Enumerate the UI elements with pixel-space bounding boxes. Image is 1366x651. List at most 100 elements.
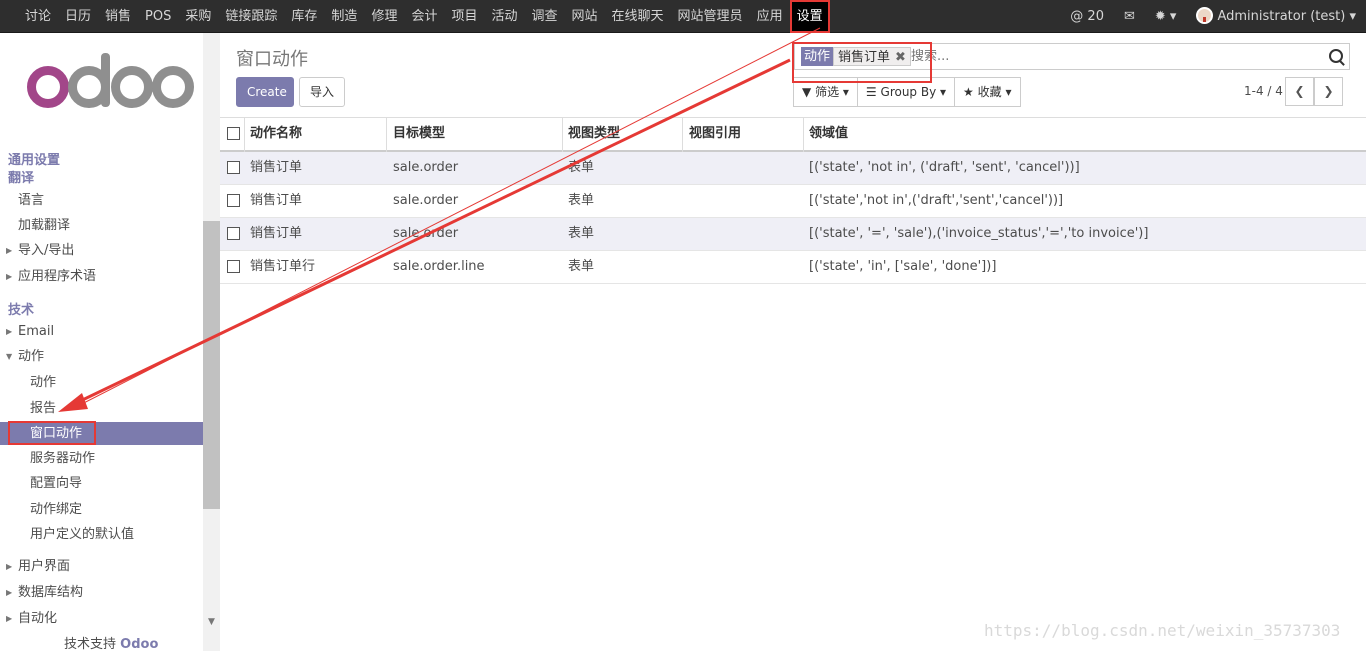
cell-view-type: 表单 [568, 193, 595, 208]
select-all-checkbox[interactable] [227, 127, 240, 140]
sidebar-item-app-terms[interactable]: 应用程序术语 [18, 265, 96, 289]
filter-icon: ▼ [802, 85, 812, 99]
row-checkbox[interactable] [227, 161, 240, 174]
app-purchase[interactable]: 采购 [178, 0, 218, 33]
debug-bug-icon[interactable]: ✹ ▾ [1145, 0, 1187, 33]
app-discuss[interactable]: 讨论 [18, 0, 58, 33]
cell-view-type: 表单 [568, 226, 595, 241]
cell-view-type: 表单 [568, 160, 595, 175]
user-name: Administrator (test) [1217, 9, 1346, 24]
annotation-highlight-box [8, 421, 96, 445]
app-settings[interactable]: 设置 [789, 0, 830, 33]
caret-right-icon: ▶ [6, 246, 13, 255]
caret-down-icon: ▼ [6, 352, 13, 361]
chat-icon[interactable]: ✉ [1114, 0, 1145, 33]
table-header: 动作名称 目标模型 视图类型 视图引用 领域值 [220, 118, 1366, 152]
cell-domain: [('state', '=', 'sale'),('invoice_status… [809, 226, 1149, 241]
caret-right-icon: ▶ [6, 588, 13, 597]
list-icon: ☰ [865, 85, 877, 99]
main-content: 窗口动作 Create 导入 动作 销售订单✖ ▼ 筛选 ▾ ☰ Group B… [220, 33, 1366, 651]
systray: @ 20 ✉ ✹ ▾ Administrator (test) ▾ [1060, 0, 1366, 33]
star-icon: ★ [963, 85, 974, 99]
sidebar-item-user-interface[interactable]: 用户界面 [18, 555, 70, 579]
caret-right-icon: ▶ [6, 614, 13, 623]
app-apps[interactable]: 应用 [750, 0, 790, 33]
annotation-highlight-box [792, 42, 932, 83]
chevron-left-icon[interactable]: ❮ [1285, 77, 1314, 106]
chevron-right-icon[interactable]: ❯ [1314, 77, 1343, 106]
sidebar-section-technical: 技术 [8, 303, 35, 318]
row-checkbox[interactable] [227, 194, 240, 207]
top-navbar: 讨论 日历 销售 POS 采购 链接跟踪 库存 制造 修理 会计 项目 活动 调… [0, 0, 1366, 33]
cell-domain: [('state','not in',('draft','sent','canc… [809, 193, 1064, 208]
cell-model: sale.order [393, 193, 459, 208]
caret-right-icon: ▶ [6, 327, 13, 336]
cell-name: 销售订单行 [250, 259, 316, 274]
cell-model: sale.order [393, 160, 459, 175]
app-website[interactable]: 网站 [565, 0, 605, 33]
list-view: 动作名称 目标模型 视图类型 视图引用 领域值 销售订单 sale.order … [220, 117, 1366, 284]
search-input[interactable] [911, 47, 1311, 66]
table-row[interactable]: 销售订单 sale.order 表单 [('state', 'not in', … [220, 152, 1366, 185]
column-header-name[interactable]: 动作名称 [250, 118, 302, 150]
app-project[interactable]: 项目 [444, 0, 484, 33]
create-button[interactable]: Create [236, 77, 294, 107]
app-manufacturing[interactable]: 制造 [324, 0, 364, 33]
app-pos[interactable]: POS [138, 0, 178, 33]
search-icon[interactable] [1329, 49, 1343, 63]
sidebar-item-user-defaults[interactable]: 用户定义的默认值 [30, 523, 134, 547]
cell-domain: [('state', 'in', ['sale', 'done'])] [809, 259, 997, 274]
sidebar-item-languages[interactable]: 语言 [18, 189, 44, 213]
sidebar-item-database-structure[interactable]: 数据库结构 [18, 581, 83, 605]
user-menu[interactable]: Administrator (test) ▾ [1186, 0, 1366, 33]
cell-name: 销售订单 [250, 226, 303, 241]
sidebar-item-config-wizards[interactable]: 配置向导 [30, 472, 82, 496]
sidebar-item-action-bindings[interactable]: 动作绑定 [30, 498, 82, 522]
sidebar-item-email[interactable]: Email [18, 320, 54, 344]
cell-domain: [('state', 'not in', ('draft', 'sent', '… [809, 160, 1080, 175]
caret-right-icon: ▶ [6, 272, 13, 281]
app-survey[interactable]: 调查 [525, 0, 565, 33]
column-header-view-type[interactable]: 视图类型 [568, 118, 620, 150]
pager-value[interactable]: 1-4 / 4 [1244, 84, 1283, 98]
sidebar-item-load-translation[interactable]: 加载翻译 [18, 214, 70, 238]
table-row[interactable]: 销售订单行 sale.order.line 表单 [('state', 'in'… [220, 251, 1366, 284]
page-title: 窗口动作 [236, 49, 308, 70]
powered-by-brand[interactable]: Odoo [120, 637, 158, 651]
app-inventory[interactable]: 库存 [284, 0, 324, 33]
sidebar-section-general[interactable]: 通用设置 [8, 149, 60, 168]
app-sales[interactable]: 销售 [98, 0, 138, 33]
sidebar-item-server-actions[interactable]: 服务器动作 [30, 447, 95, 471]
scroll-down-icon[interactable]: ▼ [203, 617, 220, 627]
app-calendar[interactable]: 日历 [58, 0, 98, 33]
cell-model: sale.order.line [393, 259, 485, 274]
mentions-counter[interactable]: @ 20 [1060, 0, 1114, 33]
filters-label: 筛选 [815, 85, 840, 99]
sidebar-item-reports[interactable]: 报告 [30, 397, 56, 421]
app-live-chat[interactable]: 在线聊天 [605, 0, 671, 33]
app-website-admin[interactable]: 网站管理员 [671, 0, 750, 33]
column-header-domain[interactable]: 领域值 [809, 118, 848, 150]
odoo-logo[interactable] [22, 53, 197, 123]
import-button[interactable]: 导入 [299, 77, 346, 107]
sidebar-scrollbar-thumb[interactable] [203, 221, 220, 509]
sidebar: 通用设置 翻译 语言 加载翻译 ▶ 导入/导出 ▶ 应用程序术语 技术 ▶ Em… [0, 33, 220, 651]
cell-view-type: 表单 [568, 259, 595, 274]
row-checkbox[interactable] [227, 227, 240, 240]
app-events[interactable]: 活动 [484, 0, 524, 33]
sidebar-item-actions-group[interactable]: 动作 [18, 345, 44, 369]
app-accounting[interactable]: 会计 [404, 0, 444, 33]
sidebar-item-import-export[interactable]: 导入/导出 [18, 239, 74, 263]
app-repair[interactable]: 修理 [364, 0, 404, 33]
column-header-view-ref[interactable]: 视图引用 [689, 118, 741, 150]
groupby-label: Group By [880, 85, 937, 99]
table-row[interactable]: 销售订单 sale.order 表单 [('state', '=', 'sale… [220, 218, 1366, 251]
app-link-tracker[interactable]: 链接跟踪 [218, 0, 284, 33]
app-menu: 讨论 日历 销售 POS 采购 链接跟踪 库存 制造 修理 会计 项目 活动 调… [18, 0, 830, 33]
sidebar-item-automation[interactable]: 自动化 [18, 607, 57, 631]
sidebar-item-actions[interactable]: 动作 [30, 371, 56, 395]
table-row[interactable]: 销售订单 sale.order 表单 [('state','not in',('… [220, 185, 1366, 218]
row-checkbox[interactable] [227, 260, 240, 273]
favorites-dropdown[interactable]: ★ 收藏 ▾ [954, 77, 1021, 107]
column-header-model[interactable]: 目标模型 [393, 118, 445, 150]
